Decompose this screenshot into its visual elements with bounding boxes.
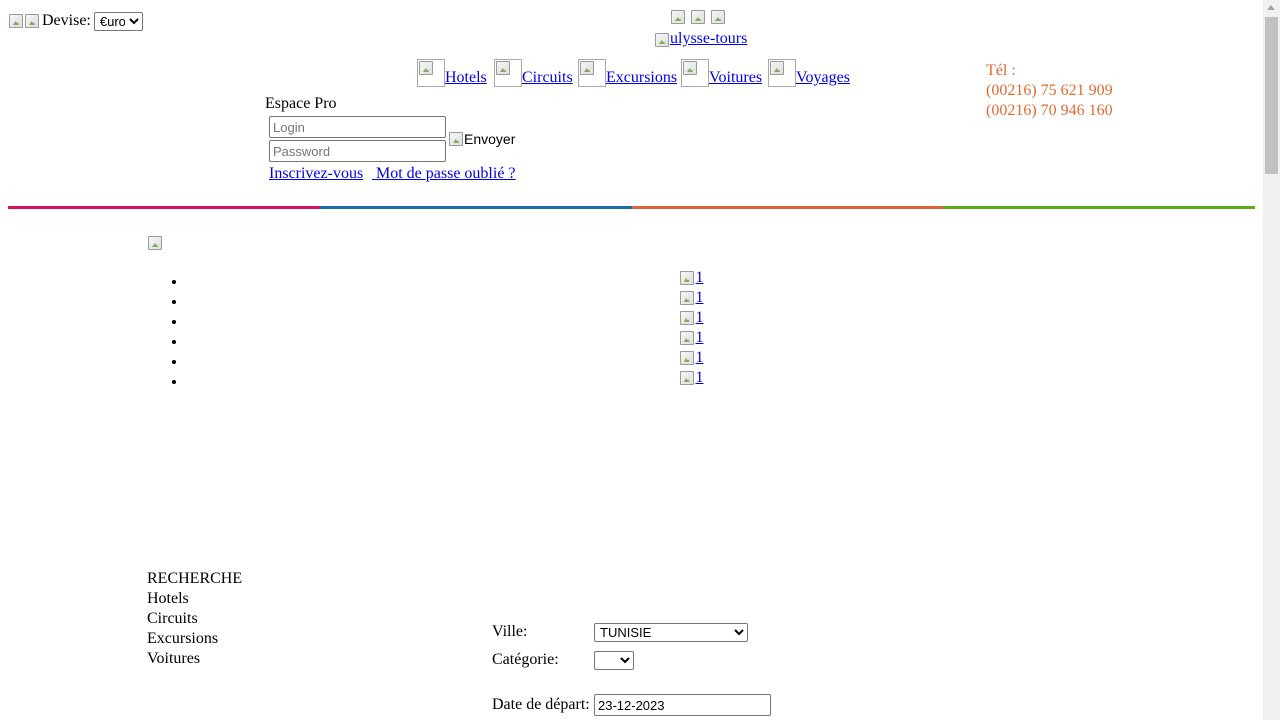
slide-link[interactable]: 1 [679, 268, 704, 288]
stripe-segment-blue [320, 206, 632, 209]
nav-link-voitures[interactable]: Voitures [709, 69, 762, 86]
register-link[interactable]: Inscrivez-vous [269, 165, 363, 183]
car-icon [681, 59, 709, 87]
stripe-segment-pink [8, 206, 320, 209]
phone-number-2: (00216) 70 946 160 [986, 102, 1113, 119]
nav-item-excursions[interactable]: Excursions [578, 59, 677, 87]
espace-pro-title: Espace Pro [265, 95, 337, 112]
flag-fr-icon[interactable] [8, 13, 24, 29]
flag-en-icon[interactable] [24, 13, 40, 29]
nav-link-excursions[interactable]: Excursions [606, 69, 677, 86]
currency-label: Devise: [42, 12, 91, 29]
slide-link[interactable]: 1 [679, 288, 704, 308]
ville-select[interactable]: TUNISIE [594, 623, 748, 642]
nav-item-circuits[interactable]: Circuits [494, 59, 573, 87]
phone-block: Tél : (00216) 75 621 909 (00216) 70 946 … [986, 61, 1113, 121]
search-tab-circuits[interactable]: Circuits [147, 609, 198, 629]
list-item: 1 [187, 288, 1195, 308]
scroll-thumb[interactable] [1265, 17, 1278, 174]
login-input[interactable] [269, 116, 446, 138]
nav-link-voyages[interactable]: Voyages [796, 69, 850, 86]
youtube-icon[interactable] [710, 9, 726, 25]
categorie-select[interactable] [594, 651, 634, 670]
slide-image-icon [679, 310, 695, 326]
slide-image-icon [679, 270, 695, 286]
slide-link[interactable]: 1 [679, 368, 704, 388]
excursion-icon [578, 59, 606, 87]
search-tab-excursions[interactable]: Excursions [147, 629, 218, 649]
slider-list: 1 1 1 1 1 1 [147, 268, 1195, 388]
categorie-label: Catégorie: [492, 651, 559, 668]
nav-link-circuits[interactable]: Circuits [522, 69, 573, 86]
list-item: 1 [187, 268, 1195, 288]
nav-item-hotels[interactable]: Hotels [417, 59, 487, 87]
slide-alt: 1 [695, 289, 704, 306]
banner-image-icon [147, 235, 163, 251]
phone-label: Tél : [986, 62, 1016, 79]
slide-image-icon [679, 330, 695, 346]
stripe-segment-green [943, 206, 1255, 209]
date-input[interactable] [594, 694, 771, 716]
stripe-segment-orange [632, 206, 943, 209]
plane-icon [768, 59, 796, 87]
nav-item-voyages[interactable]: Voyages [768, 59, 850, 87]
slide-image-icon [679, 350, 695, 366]
search-tab-hotels[interactable]: Hotels [147, 589, 189, 609]
forgot-password-link[interactable]: Mot de passe oublié ? [372, 165, 516, 183]
slide-alt: 1 [695, 349, 704, 366]
scroll-up-icon[interactable] [1267, 5, 1275, 10]
slide-link[interactable]: 1 [679, 308, 704, 328]
logo-image-icon [654, 32, 670, 48]
slide-image-icon [679, 370, 695, 386]
list-item: 1 [187, 348, 1195, 368]
site-logo[interactable]: ulysse-tours [654, 30, 747, 48]
currency-select[interactable]: €uro [93, 11, 143, 31]
ville-label: Ville: [492, 623, 528, 640]
date-label: Date de départ: [492, 696, 590, 713]
nav-link-hotels[interactable]: Hotels [445, 69, 487, 86]
nav-item-voitures[interactable]: Voitures [681, 59, 762, 87]
hotel-icon [417, 59, 445, 87]
phone-number-1: (00216) 75 621 909 [986, 82, 1113, 99]
submit-image-icon [448, 131, 464, 147]
submit-button-alt: Envoyer [464, 131, 516, 147]
list-item: 1 [187, 308, 1195, 328]
site-logo-alt: ulysse-tours [670, 30, 748, 47]
slide-link[interactable]: 1 [679, 328, 704, 348]
password-input[interactable] [269, 140, 446, 162]
submit-button[interactable]: Envoyer [448, 131, 515, 147]
page-scrollbar[interactable] [1263, 0, 1280, 720]
slide-link[interactable]: 1 [679, 348, 704, 368]
slide-alt: 1 [695, 309, 704, 326]
facebook-icon[interactable] [670, 9, 686, 25]
currency-bar: Devise: €uro [8, 8, 143, 34]
list-item: 1 [187, 368, 1195, 388]
twitter-icon[interactable] [690, 9, 706, 25]
list-item: 1 [187, 328, 1195, 348]
slide-image-icon [679, 290, 695, 306]
social-icons [670, 9, 726, 25]
slide-alt: 1 [695, 329, 704, 346]
slide-alt: 1 [695, 369, 704, 386]
slide-alt: 1 [695, 269, 704, 286]
search-title: RECHERCHE [147, 570, 243, 587]
search-tab-voitures[interactable]: Voitures [147, 649, 200, 669]
circuit-icon [494, 59, 522, 87]
